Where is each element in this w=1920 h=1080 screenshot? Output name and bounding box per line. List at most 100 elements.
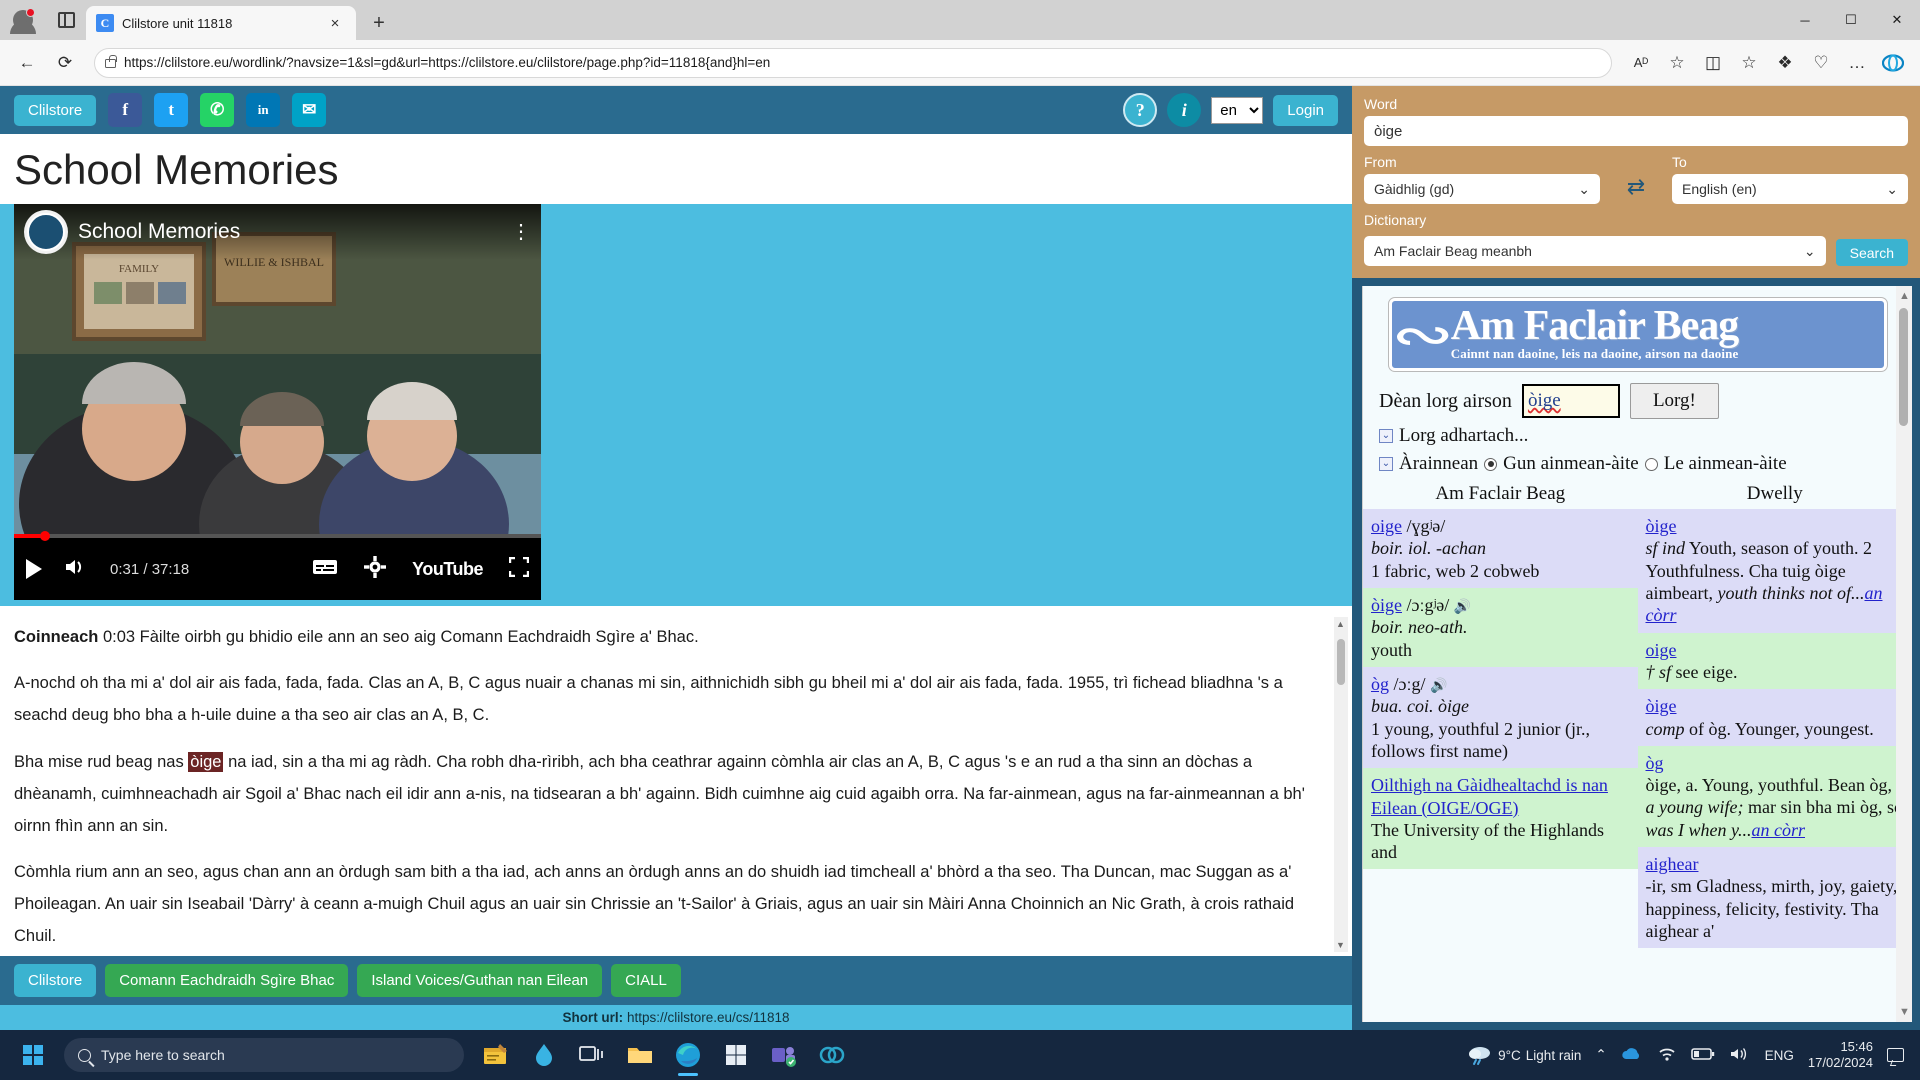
app-sticky-notes-icon[interactable] <box>474 1033 518 1077</box>
favorites-icon[interactable]: ☆ <box>1732 46 1766 80</box>
dictionary-scrollbar[interactable]: ▲ ▼ <box>1896 286 1912 1022</box>
transcript-scrollbar[interactable]: ▲ ▼ <box>1334 617 1348 952</box>
add-favorite-icon[interactable]: ☆ <box>1660 46 1694 80</box>
footer-button-comann[interactable]: Comann Eachdraidh Sgìre Bhac <box>105 964 349 997</box>
settings-gear-icon[interactable] <box>364 555 387 583</box>
entry-headword[interactable]: òige <box>1646 516 1677 536</box>
short-url-value[interactable]: https://clilstore.eu/cs/11818 <box>627 1010 790 1025</box>
scroll-down-arrow-icon[interactable]: ▼ <box>1899 1006 1910 1018</box>
scroll-up-arrow-icon[interactable]: ▲ <box>1899 290 1910 302</box>
youtube-player[interactable]: FAMILY WILLIE & ISHBAL School Memories ⋮… <box>14 204 541 600</box>
clock[interactable]: 15:46 17/02/2024 <box>1808 1039 1873 1072</box>
split-screen-icon[interactable]: ◫ <box>1696 46 1730 80</box>
footer-button-ciall[interactable]: CIALL <box>611 964 681 997</box>
browser-essentials-icon[interactable]: ♡ <box>1804 46 1838 80</box>
expand-chevron-icon[interactable]: ⌄ <box>1379 429 1393 443</box>
email-icon[interactable]: ✉ <box>292 93 327 127</box>
onedrive-icon[interactable] <box>1621 1046 1643 1065</box>
info-icon[interactable]: i <box>1167 93 1202 127</box>
search-button[interactable]: Search <box>1835 239 1908 266</box>
channel-avatar[interactable] <box>24 210 68 254</box>
refresh-button[interactable]: ⟳ <box>48 46 82 80</box>
collections-icon[interactable]: ❖ <box>1768 46 1802 80</box>
entry-headword[interactable]: Oilthigh na Gàidhealtachd is nan Eilean … <box>1371 775 1608 817</box>
entry-headword[interactable]: òg <box>1646 753 1664 773</box>
youtube-logo[interactable]: YouTube <box>412 559 483 580</box>
browser-tab[interactable]: C Clilstore unit 11818 × <box>86 6 356 40</box>
linkedin-icon[interactable]: in <box>246 93 281 127</box>
close-tab-icon[interactable]: × <box>324 12 346 34</box>
word-input[interactable]: òige <box>1364 116 1908 146</box>
app-microsoft-teams-icon[interactable] <box>762 1033 806 1077</box>
app-file-explorer-icon[interactable] <box>618 1033 662 1077</box>
entry-headword[interactable]: oige <box>1371 516 1402 536</box>
volume-icon[interactable] <box>1729 1046 1751 1065</box>
scrollbar-thumb[interactable] <box>1899 308 1908 426</box>
tab-actions-button[interactable] <box>46 0 86 40</box>
highlighted-word[interactable]: òige <box>188 751 224 772</box>
notifications-icon[interactable] <box>1887 1048 1904 1062</box>
app-task-view-icon[interactable] <box>570 1033 614 1077</box>
scroll-down-arrow-icon[interactable]: ▼ <box>1336 940 1346 950</box>
afb-search-button[interactable]: Lorg! <box>1629 383 1719 419</box>
entry-headword[interactable]: òg <box>1371 674 1389 694</box>
entry-headword[interactable]: oige <box>1646 640 1677 660</box>
settings-and-more-icon[interactable]: … <box>1840 46 1874 80</box>
maximize-button[interactable]: ☐ <box>1828 0 1874 40</box>
twitter-icon[interactable]: t <box>154 93 189 127</box>
dictionary-select[interactable]: Am Faclair Beag meanbh ⌄ <box>1364 236 1826 266</box>
minimize-button[interactable]: ─ <box>1782 0 1828 40</box>
scrollbar-thumb[interactable] <box>1337 639 1345 685</box>
close-window-button[interactable]: ✕ <box>1874 0 1920 40</box>
scroll-up-arrow-icon[interactable]: ▲ <box>1336 619 1346 629</box>
taskbar-search[interactable]: Type here to search <box>64 1038 464 1072</box>
radio-no-placenames[interactable] <box>1484 457 1498 471</box>
transcript-area[interactable]: Coinneach 0:03 Fàilte oirbh gu bhidio ei… <box>0 606 1352 956</box>
new-tab-button[interactable]: + <box>362 6 396 40</box>
interface-language-select[interactable]: en <box>1211 96 1264 124</box>
help-icon[interactable]: ? <box>1123 93 1158 127</box>
app-microsoft-store-icon[interactable] <box>714 1033 758 1077</box>
taskbar-apps <box>474 1033 854 1077</box>
clilstore-brand-button[interactable]: Clilstore <box>14 94 97 126</box>
volume-icon[interactable] <box>64 557 88 582</box>
fullscreen-icon[interactable] <box>508 556 530 582</box>
audio-speaker-icon[interactable]: 🔊 <box>1454 599 1471 616</box>
play-button[interactable] <box>26 559 42 579</box>
read-aloud-icon[interactable]: Aᴰ <box>1624 46 1658 80</box>
app-water-drop-icon[interactable] <box>522 1033 566 1077</box>
login-button[interactable]: Login <box>1273 94 1338 126</box>
app-microsoft-edge-icon[interactable] <box>666 1033 710 1077</box>
facebook-icon[interactable]: f <box>108 93 143 127</box>
back-button[interactable]: ← <box>10 46 44 80</box>
start-button[interactable] <box>6 1033 60 1077</box>
entry-headword[interactable]: òige <box>1646 696 1677 716</box>
input-language-indicator[interactable]: ENG <box>1765 1048 1794 1063</box>
audio-speaker-icon[interactable]: 🔊 <box>1430 678 1447 695</box>
swap-languages-icon[interactable]: ⇄ <box>1600 174 1672 204</box>
app-webex-icon[interactable] <box>810 1033 854 1077</box>
to-language-select[interactable]: English (en) ⌄ <box>1672 174 1908 204</box>
wifi-icon[interactable] <box>1657 1046 1677 1065</box>
entry-headword[interactable]: òige <box>1371 595 1402 615</box>
footer-button-clilstore[interactable]: Clilstore <box>14 964 97 997</box>
address-bar[interactable]: https://clilstore.eu/wordlink/?navsize=1… <box>94 47 1612 78</box>
video-progress-bar[interactable] <box>14 531 541 541</box>
afb-search-input[interactable]: òige <box>1521 384 1620 418</box>
afb-advanced-row[interactable]: ⌄ Lorg adhartach... <box>1363 419 1912 447</box>
radio-with-placenames[interactable] <box>1644 457 1658 471</box>
weather-widget[interactable]: 9°C Light rain <box>1467 1044 1581 1066</box>
profile-button[interactable] <box>0 0 46 40</box>
whatsapp-icon[interactable]: ✆ <box>200 93 235 127</box>
show-hidden-icons-chevron[interactable]: ⌃ <box>1595 1047 1606 1063</box>
battery-icon[interactable] <box>1690 1047 1715 1064</box>
expand-chevron-icon[interactable]: ⌄ <box>1379 457 1393 471</box>
entry-more-link[interactable]: an còrr <box>1752 820 1806 840</box>
copilot-icon[interactable] <box>1876 46 1910 80</box>
footer-button-island-voices[interactable]: Island Voices/Guthan nan Eilean <box>357 964 603 997</box>
entry-headword[interactable]: aighear <box>1646 854 1699 874</box>
from-language-select[interactable]: Gàidhlig (gd) ⌄ <box>1364 174 1600 204</box>
video-more-menu-icon[interactable]: ⋮ <box>511 222 531 242</box>
subtitles-icon[interactable] <box>312 558 338 581</box>
am-faclair-beag-logo[interactable]: ∾ Am Faclair Beag Cainnt nan daoine, lei… <box>1388 298 1887 371</box>
